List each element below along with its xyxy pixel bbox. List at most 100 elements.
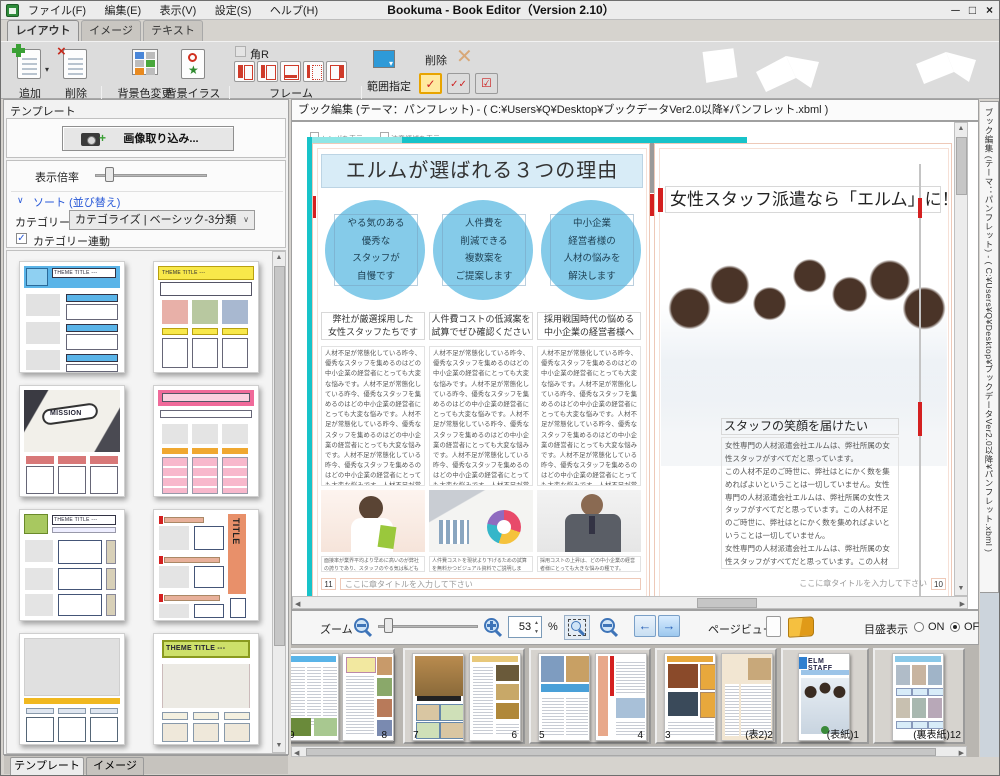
zoom-fit-icon[interactable]: [600, 618, 615, 633]
scroll-down-icon[interactable]: ▼: [273, 740, 285, 752]
single-page-view-icon[interactable]: [766, 616, 781, 637]
frame-style-4-button[interactable]: [303, 61, 324, 82]
add-button[interactable]: ▾ 追加: [13, 47, 47, 99]
menu-file[interactable]: ファイル(F): [21, 2, 93, 21]
range-select-all-button[interactable]: ☑: [475, 73, 498, 94]
tab-image-bottom[interactable]: イメージ: [86, 757, 144, 775]
scrollbar-thumb[interactable]: [306, 748, 936, 756]
scrollbar-thumb[interactable]: [697, 598, 757, 608]
scrollbar-thumb[interactable]: [956, 137, 967, 195]
scroll-left-icon[interactable]: ◀: [294, 748, 299, 757]
zoom-select-area-button[interactable]: [564, 615, 590, 640]
reason-circle-3[interactable]: 中小企業 経営者様の 人材の悩みを 解決します: [541, 200, 641, 300]
menu-settings[interactable]: 設定(S): [208, 2, 259, 21]
spinner-up-icon[interactable]: ▲: [534, 621, 539, 626]
maximize-button[interactable]: □: [965, 2, 980, 19]
page-thumbnail[interactable]: [412, 653, 464, 741]
caption-2[interactable]: 人件費コストを現状より下げるための試算を無料かつビジュアル資料でご説明します。: [429, 556, 533, 572]
page-thumbnail[interactable]: [469, 653, 521, 741]
edit-canvas[interactable]: トンボを表示 注意領域を表示 エルムが選ばれる３つの理由 やる気のある 優秀な …: [291, 121, 979, 610]
image-import-button[interactable]: 画像取り込み...: [62, 126, 234, 151]
range-select-multi-button[interactable]: ✓✓: [447, 73, 470, 94]
strip-scrollbar[interactable]: ◀ ▶: [291, 746, 967, 757]
template-thumbnail-6[interactable]: TITLE: [153, 509, 259, 621]
photo-worried-man[interactable]: [537, 490, 641, 552]
grid-off-radio[interactable]: [950, 622, 960, 632]
frame-style-3-button[interactable]: [280, 61, 301, 82]
right-subtitle-box[interactable]: スタッフの笑顔を届けたい: [721, 418, 899, 435]
page-thumbnail[interactable]: [664, 653, 716, 741]
right-page-title-box[interactable]: 女性スタッフ派遣なら「エルム」に！: [665, 186, 941, 213]
right-body-text[interactable]: 女性専門の人材派遣会社エルムは、弊社所属の女性スタッフがすべてだと思っています。…: [721, 437, 899, 569]
menu-edit[interactable]: 編集(E): [98, 2, 149, 21]
add-dropdown-caret[interactable]: ▾: [45, 65, 49, 74]
delete-button[interactable]: × 削除: [59, 47, 93, 99]
close-button[interactable]: ×: [982, 2, 997, 19]
template-thumbnail-1[interactable]: THEME TITLE ---: [19, 261, 125, 373]
corner-r-checkbox[interactable]: [235, 46, 246, 57]
body-column-2[interactable]: 人材不足が常態化している昨今、優秀なスタッフを集めるのはどの中小企業の経営者にと…: [429, 346, 533, 486]
template-thumbnail-8[interactable]: THEME TITLE ---: [153, 633, 259, 745]
minimize-button[interactable]: ─: [948, 2, 963, 19]
zoom-slider-track[interactable]: [378, 625, 478, 628]
subhead-3[interactable]: 採用戦国時代の悩める 中小企業の経営者様へ: [537, 312, 641, 340]
scroll-right-icon[interactable]: ▶: [960, 599, 965, 610]
book-edit-side-tab[interactable]: ブック編集 (テーマ：パンフレット) - ( C:¥Users¥Q¥Deskto…: [980, 101, 999, 593]
cover-panel[interactable]: ELM STAFF (表紙)1: [781, 648, 869, 744]
spread-panel-7-6[interactable]: 7 6: [403, 648, 525, 744]
scroll-up-icon[interactable]: ▲: [273, 252, 285, 264]
spread-panel-9-8[interactable]: 9 8: [291, 648, 395, 744]
caption-3[interactable]: 採用コストの上昇は、どの中小企業の経営者様にとっても大きな悩みの種です。: [537, 556, 641, 572]
tab-text[interactable]: テキスト: [143, 20, 203, 41]
range-delete-icon[interactable]: ✕: [456, 48, 474, 66]
photo-staff-woman[interactable]: [321, 490, 425, 552]
template-list-scrollbar[interactable]: ▲ ▼: [272, 251, 286, 753]
zoom-in-icon[interactable]: [484, 618, 499, 633]
bg-illust-button[interactable]: ★ 背景イラスト: [161, 47, 225, 99]
page-thumbnail[interactable]: [595, 653, 647, 741]
page-thumbnail[interactable]: [538, 653, 590, 741]
zoom-slider-thumb[interactable]: [384, 618, 393, 633]
canvas-vertical-scrollbar[interactable]: ▲ ▼: [954, 122, 968, 596]
menu-help[interactable]: ヘルプ(H): [263, 2, 325, 21]
spread-panel-3-2[interactable]: 3 (表2)2: [655, 648, 777, 744]
left-page-title-banner[interactable]: エルムが選ばれる３つの理由: [321, 154, 643, 188]
right-page[interactable]: 女性スタッフ派遣なら「エルム」に！ スタッフの笑顔を届けたい 女性専門の人材派遣…: [654, 143, 952, 602]
subhead-2[interactable]: 人件費コストの低減案を 試算でぜひ確認ください: [429, 312, 533, 340]
template-thumbnail-4[interactable]: [153, 385, 259, 497]
template-thumbnail-2[interactable]: THEME TITLE ---: [153, 261, 259, 373]
tab-image[interactable]: イメージ: [81, 20, 141, 41]
scroll-left-icon[interactable]: ◀: [295, 599, 300, 610]
back-cover-panel[interactable]: (裏表紙)12: [873, 648, 965, 744]
page-thumbnail[interactable]: [291, 653, 339, 741]
subhead-1[interactable]: 弊社が厳選採用した 女性スタッフたちです: [321, 312, 425, 340]
template-thumbnail-3[interactable]: MISSION: [19, 385, 125, 497]
frame-style-2-button[interactable]: [257, 61, 278, 82]
left-page-footer[interactable]: ここに章タイトルを入力して下さい: [340, 578, 641, 590]
reason-circle-1[interactable]: やる気のある 優秀な スタッフが 自慢です: [325, 200, 425, 300]
scroll-down-icon[interactable]: ▼: [955, 583, 967, 595]
grid-on-radio[interactable]: [914, 622, 924, 632]
frame-style-5-button[interactable]: [326, 61, 347, 82]
category-dropdown[interactable]: カテゴライズ | ベーシック-3分類 ∨: [69, 210, 255, 230]
sort-toggle[interactable]: ∨ ソート (並び替え): [11, 191, 283, 207]
frame-color-swatch[interactable]: ▾: [373, 50, 395, 68]
scroll-up-icon[interactable]: ▲: [955, 123, 967, 135]
template-thumbnail-7[interactable]: [19, 633, 125, 745]
page-thumbnail[interactable]: [342, 653, 394, 741]
menu-view[interactable]: 表示(V): [153, 2, 204, 21]
body-column-1[interactable]: 人材不足が常態化している昨今、優秀なスタッフを集めるのはどの中小企業の経営者にと…: [321, 346, 425, 486]
tab-layout[interactable]: レイアウト: [7, 20, 79, 41]
left-page[interactable]: エルムが選ばれる３つの理由 やる気のある 優秀な スタッフが 自慢です 人件費を…: [312, 143, 650, 602]
category-sync-checkbox[interactable]: ✓: [16, 233, 27, 244]
zoom-out-icon[interactable]: [354, 618, 369, 633]
scroll-right-icon[interactable]: ▶: [959, 748, 964, 757]
right-page-footer[interactable]: ここに章タイトルを入力して下さい: [695, 578, 927, 590]
range-select-single-button[interactable]: ✓: [419, 73, 442, 94]
spread-panel-5-4[interactable]: 5 4: [529, 648, 651, 744]
body-column-3[interactable]: 人材不足が常態化している昨今、優秀なスタッフを集めるのはどの中小企業の経営者にと…: [537, 346, 641, 486]
spread-view-icon[interactable]: [788, 616, 814, 637]
tab-template-bottom[interactable]: テンプレート: [10, 757, 84, 775]
caption-1[interactable]: 面接率が業界平均より早めに高いのが弊社の誇りであり、スタッフのやる気は私どもの自…: [321, 556, 425, 572]
scale-slider-thumb[interactable]: [105, 167, 114, 182]
